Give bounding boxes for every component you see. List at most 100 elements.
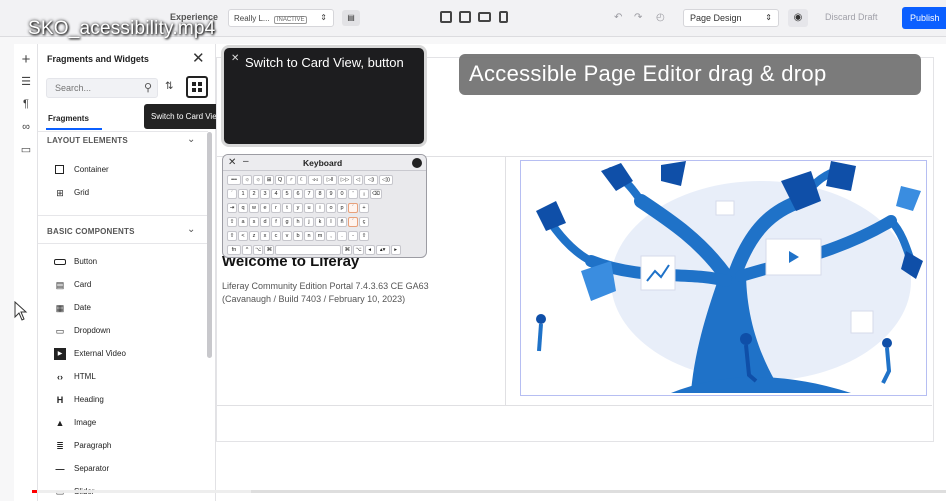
keyboard-key[interactable]: r — [271, 203, 281, 213]
keyboard-key[interactable]: . — [337, 231, 347, 241]
comments-icon[interactable]: ▭ — [18, 142, 34, 158]
keyboard-key[interactable] — [275, 245, 342, 255]
keyboard-key[interactable]: ▴▾ — [375, 245, 390, 255]
keyboard-key[interactable]: a — [238, 217, 248, 227]
plus-icon[interactable]: + — [18, 52, 34, 68]
options-icon[interactable] — [412, 158, 422, 168]
keyboard-key[interactable]: l — [326, 217, 336, 227]
keyboard-key[interactable]: ´ — [348, 203, 358, 213]
preview-eye-icon[interactable]: ◉ — [788, 9, 808, 27]
keyboard-key[interactable]: 4 — [271, 189, 281, 199]
keyboard-key[interactable]: t — [282, 203, 292, 213]
build-text[interactable]: (Cavanaugh / Build 7403 / February 10, 2… — [222, 294, 405, 304]
version-text[interactable]: Liferay Community Edition Portal 7.4.3.6… — [222, 281, 429, 291]
keyboard-key[interactable]: ⇧ — [227, 231, 237, 241]
keyboard-key[interactable]: ◁) — [364, 175, 378, 185]
keyboard-key[interactable]: ♂ — [286, 175, 296, 185]
keyboard-key[interactable]: 3 — [260, 189, 270, 199]
keyboard-key[interactable]: u — [304, 203, 314, 213]
keyboard-key[interactable]: < — [238, 231, 248, 241]
keyboard-key[interactable]: ⌫ — [370, 189, 382, 199]
section-header-basic-components[interactable]: BASIC COMPONENTS — [47, 227, 135, 236]
keyboard-key[interactable]: ´ — [348, 217, 358, 227]
keyboard-key[interactable]: ☼ — [253, 175, 263, 185]
keyboard-key[interactable]: ◂ — [364, 245, 375, 255]
chevron-down-icon[interactable]: ⌄ — [187, 224, 195, 235]
keyboard-key[interactable]: - — [348, 231, 358, 241]
keyboard-key[interactable]: g — [282, 217, 292, 227]
close-icon[interactable]: ✕ — [192, 49, 205, 67]
keyboard-key[interactable]: 2 — [249, 189, 259, 199]
keyboard-key[interactable]: s — [249, 217, 259, 227]
keyboard-key[interactable]: f — [271, 217, 281, 227]
keyboard-key[interactable]: n — [304, 231, 314, 241]
paint-roller-icon[interactable]: ¶ — [18, 96, 34, 112]
keyboard-key[interactable]: ¡ — [359, 189, 369, 199]
tablet-landscape-viewport-icon[interactable] — [459, 11, 471, 23]
mobile-viewport-icon[interactable] — [499, 11, 508, 23]
keyboard-key[interactable]: 6 — [293, 189, 303, 199]
keyboard-key[interactable]: x — [260, 231, 270, 241]
discard-draft-button[interactable]: Discard Draft — [825, 12, 878, 22]
keyboard-viewer[interactable]: ✕ – Keyboard ••• ☼ ☼ ⊞ Q ♂ ☾ ◃◃ ▷‖ ▷▷ ◁ ◁) ◁)) ´ 1 2 3 4 5… — [222, 154, 427, 258]
keyboard-key[interactable]: v — [282, 231, 292, 241]
video-progress-bar[interactable] — [32, 490, 946, 493]
section-header-layout-elements[interactable]: LAYOUT ELEMENTS — [47, 136, 128, 145]
keyboard-key[interactable]: ⇧ — [359, 231, 369, 241]
keyboard-key[interactable]: e — [260, 203, 270, 213]
keyboard-key[interactable]: ••• — [227, 175, 241, 185]
keyboard-key[interactable]: i — [315, 203, 325, 213]
keyboard-key[interactable]: 5 — [282, 189, 292, 199]
desktop-viewport-icon[interactable] — [440, 11, 452, 23]
keyboard-key[interactable]: o — [326, 203, 336, 213]
keyboard-key[interactable]: ▷▷ — [338, 175, 352, 185]
keyboard-key[interactable]: j — [304, 217, 314, 227]
keyboard-key[interactable]: k — [315, 217, 325, 227]
tablet-viewport-icon[interactable] — [478, 12, 491, 22]
keyboard-key[interactable]: q — [238, 203, 248, 213]
keyboard-key[interactable]: h — [293, 217, 303, 227]
language-flag-icon[interactable]: ▤ — [342, 10, 360, 26]
keyboard-key[interactable]: ▸ — [390, 245, 401, 255]
search-input[interactable] — [55, 83, 135, 93]
tab-fragments[interactable]: Fragments — [48, 114, 89, 123]
keyboard-key[interactable]: , — [326, 231, 336, 241]
redo-icon[interactable]: ↷ — [634, 12, 642, 23]
keyboard-key[interactable]: ◁)) — [379, 175, 393, 185]
keyboard-key[interactable]: ⌥ — [353, 245, 364, 255]
keyboard-key[interactable]: 0 — [337, 189, 347, 199]
page-mode-select[interactable]: Page Design ⇕ — [683, 9, 779, 27]
keyboard-key[interactable]: w — [249, 203, 259, 213]
keyboard-key[interactable]: ñ — [337, 217, 347, 227]
keyboard-key[interactable]: ' — [348, 189, 358, 199]
keyboard-key[interactable]: ⊞ — [264, 175, 274, 185]
publish-button[interactable]: Publish — [902, 7, 946, 29]
keyboard-key[interactable]: fn — [227, 245, 241, 255]
close-icon[interactable]: ✕ — [228, 157, 236, 168]
illustration-image[interactable] — [520, 160, 927, 396]
keyboard-key[interactable]: ^ — [242, 245, 252, 255]
keyboard-key[interactable]: b — [293, 231, 303, 241]
keyboard-key[interactable]: z — [249, 231, 259, 241]
minimize-icon[interactable]: – — [243, 156, 249, 167]
keyboard-key[interactable]: ☾ — [297, 175, 307, 185]
keyboard-key[interactable]: ◁ — [353, 175, 363, 185]
panel-scrollbar[interactable] — [207, 132, 212, 358]
keyboard-key[interactable]: 8 — [315, 189, 325, 199]
search-field[interactable]: ⚲ — [46, 78, 158, 98]
page-structure-icon[interactable]: ☰ — [18, 74, 34, 90]
undo-icon[interactable]: ↶ — [614, 12, 622, 23]
keyboard-key[interactable]: ç — [359, 217, 369, 227]
keyboard-key[interactable]: ☼ — [242, 175, 252, 185]
card-view-icon[interactable] — [186, 76, 208, 98]
keyboard-key[interactable]: d — [260, 217, 270, 227]
keyboard-key[interactable]: ´ — [227, 189, 237, 199]
keyboard-key[interactable]: ⌥ — [253, 245, 264, 255]
close-icon[interactable]: ✕ — [231, 53, 239, 64]
keyboard-key[interactable]: ⇥ — [227, 203, 237, 213]
chevron-down-icon[interactable]: ⌄ — [187, 134, 195, 145]
keyboard-key[interactable]: ⌘ — [342, 245, 353, 255]
history-icon[interactable]: ◴ — [656, 12, 665, 23]
keyboard-key[interactable]: ◃◃ — [308, 175, 322, 185]
keyboard-key[interactable]: p — [337, 203, 347, 213]
